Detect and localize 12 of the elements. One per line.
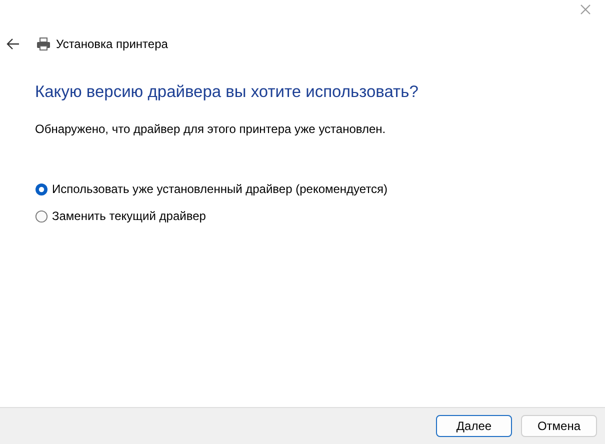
page-heading: Какую версию драйвера вы хотите использовать? [35, 83, 420, 102]
next-button[interactable]: Далее [436, 415, 512, 437]
radio-button[interactable] [35, 210, 48, 222]
radio-label[interactable]: Использовать уже установленный драйвер (рекомендуется) [52, 182, 388, 196]
cancel-button[interactable]: Отмена [521, 415, 597, 437]
back-arrow-icon[interactable] [6, 38, 20, 50]
close-icon[interactable] [580, 4, 591, 15]
description-text: Обнаружено, что драйвер для этого принтера уже установлен. [35, 122, 387, 136]
radio-label[interactable]: Заменить текущий драйвер [52, 209, 206, 223]
radio-button[interactable] [35, 182, 48, 196]
window-title: Установка принтера [56, 37, 168, 51]
printer-icon [36, 37, 51, 51]
